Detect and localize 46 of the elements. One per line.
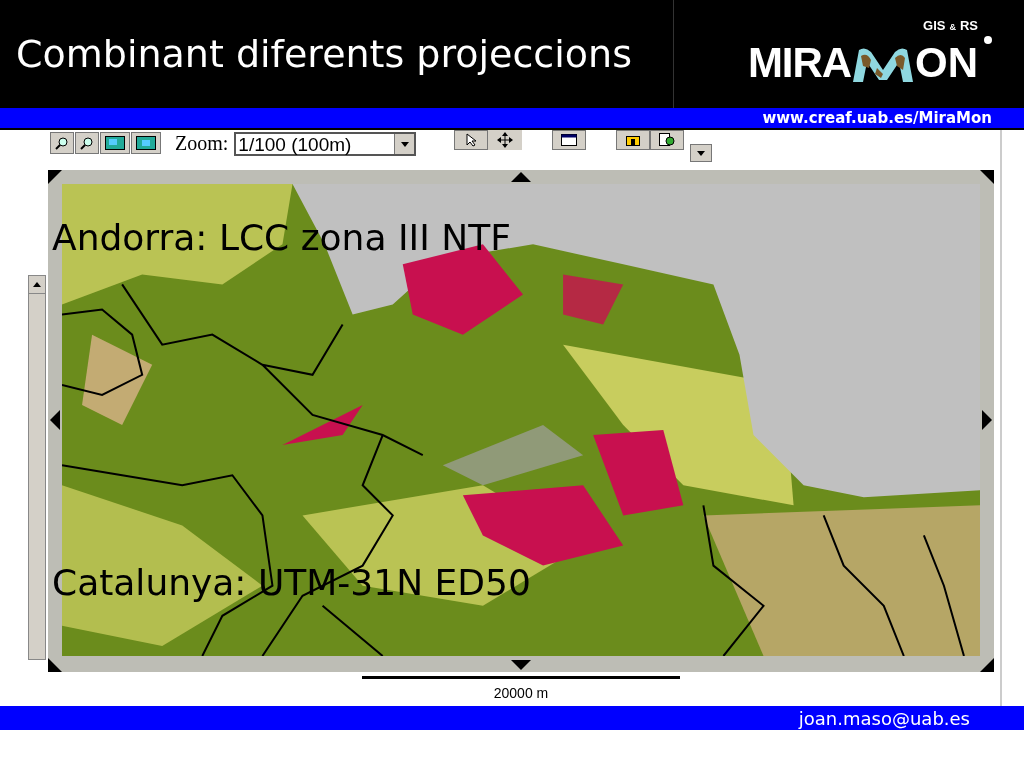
dropdown-button[interactable] (394, 134, 415, 154)
down-arrow-icon (697, 150, 706, 156)
corner-arrow-icon[interactable] (48, 658, 62, 672)
legend-button[interactable] (552, 130, 587, 150)
magnifier-icon (80, 136, 94, 150)
pan-up-arrow-icon[interactable] (511, 172, 531, 182)
map-icon (136, 136, 156, 150)
scale-label: 20000 m (493, 684, 549, 703)
logo-tagline: RS (959, 17, 978, 35)
down-arrow-icon (400, 141, 409, 147)
logo-wordmark: MIRA (747, 41, 851, 84)
view-button[interactable] (131, 132, 161, 154)
pan-down-arrow-icon[interactable] (511, 660, 531, 670)
corner-arrow-icon[interactable] (980, 170, 994, 184)
globe-m-icon (851, 45, 915, 82)
toolbar-scroll-button[interactable] (690, 144, 713, 162)
building-icon (626, 134, 641, 146)
pan-left-arrow-icon[interactable] (50, 410, 60, 430)
website-url: www.creaf.uab.es/MiraMon (762, 107, 992, 129)
window-icon (561, 134, 578, 146)
logo-ampersand: & (949, 21, 956, 34)
corner-arrow-icon[interactable] (48, 170, 62, 184)
cursor-icon (466, 133, 477, 147)
pan-button[interactable] (488, 130, 523, 150)
zoom-dropdown[interactable]: 1/100 (100m) (234, 132, 417, 156)
zoom-out-button[interactable] (75, 132, 99, 154)
view-button[interactable] (100, 132, 130, 154)
zoom-label: Zoom: (175, 133, 229, 153)
pan-right-arrow-icon[interactable] (982, 410, 992, 430)
zoom-value: 1/100 (100m) (237, 134, 353, 154)
pointer-button[interactable] (454, 130, 489, 150)
zoom-in-button[interactable] (50, 132, 74, 154)
tool-icon (659, 133, 676, 147)
vertical-scrollbar[interactable] (28, 275, 46, 660)
up-arrow-icon (33, 282, 41, 287)
slide-title: Combinant diferents projeccions (16, 35, 632, 73)
corner-arrow-icon[interactable] (980, 658, 994, 672)
print-button[interactable] (616, 130, 651, 150)
map-icon (105, 136, 125, 150)
logo-wordmark: ON (915, 41, 978, 84)
move-arrows-icon (497, 132, 514, 148)
magnifier-icon (55, 136, 69, 150)
logo-tagline: GIS (923, 17, 946, 35)
tools-button[interactable] (650, 130, 685, 150)
email-address: joan.maso@uab.es (798, 706, 970, 731)
dot-icon (984, 35, 992, 44)
